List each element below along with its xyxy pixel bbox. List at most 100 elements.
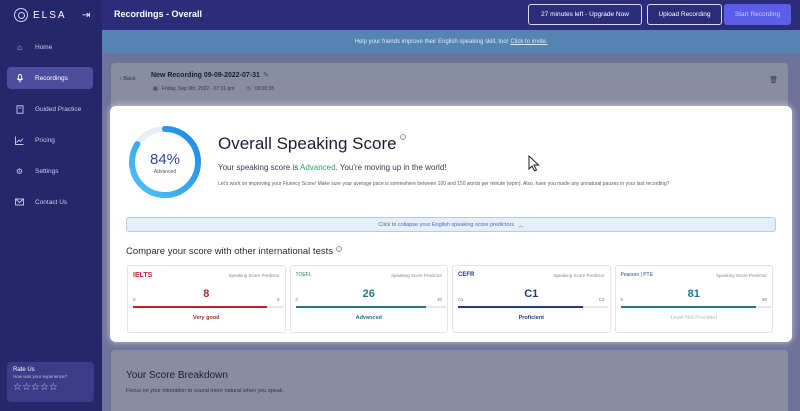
chevron-up-icon: ︿: [518, 222, 524, 229]
top-bar: Recordings - Overall 27 minutes left - U…: [102, 0, 800, 30]
score-track: [458, 306, 608, 308]
collapse-sidebar-icon[interactable]: ⇥: [82, 10, 90, 21]
book-icon: [15, 104, 24, 114]
test-level: Proficient: [518, 315, 544, 321]
overall-score-card: 84% Advanced Overall Speaking Score? You…: [110, 106, 792, 342]
test-card-cefr: CEFR Speaking Score Predictor C1 A1 C2 P…: [452, 265, 611, 333]
info-icon[interactable]: ?: [399, 134, 406, 140]
app-logo[interactable]: ELSA: [14, 8, 67, 22]
rate-us-panel: Rate Us How was your experience? ☆☆☆☆☆: [7, 362, 94, 402]
scale-min: A1: [458, 297, 464, 302]
test-predictors: IELTS Speaking Score Predictor 8 0 9 Ver…: [127, 265, 773, 333]
trash-icon[interactable]: 🗑: [769, 76, 778, 84]
score-fill: [295, 306, 426, 308]
gear-icon: ⚙: [15, 166, 24, 176]
start-recording-button[interactable]: Start Recording: [724, 4, 791, 25]
score-fill: [620, 306, 756, 308]
star-rating[interactable]: ☆☆☆☆☆: [13, 382, 88, 393]
toefl-logo: TOEFL: [295, 272, 312, 278]
collapse-predictors-button[interactable]: Click to collapse your English speaking …: [126, 217, 776, 232]
score-track: [620, 306, 771, 308]
score-summary-suffix: . You're moving up in the world!: [335, 163, 447, 172]
scale-min: 0: [295, 297, 299, 302]
test-score: 81: [687, 288, 700, 300]
app-name: ELSA: [33, 9, 67, 21]
sidebar-item-contact-us[interactable]: Contact Us: [7, 191, 93, 213]
score-summary: Your speaking score is Advanced. You're …: [218, 163, 447, 172]
edit-icon[interactable]: ✎: [263, 71, 269, 79]
sidebar-item-label: Pricing: [35, 136, 55, 144]
test-card-pte: Pearson | PTE Speaking Score Predictor 8…: [614, 265, 773, 333]
sidebar: ELSA ⇥ ⌂ Home Recordings Guided Practice…: [0, 0, 102, 411]
sidebar-item-label: Recordings: [35, 74, 68, 82]
sidebar-item-settings[interactable]: ⚙ Settings: [7, 160, 93, 182]
cefr-logo: CEFR: [458, 272, 475, 278]
scale-max: C2: [598, 297, 605, 302]
sidebar-item-guided-practice[interactable]: Guided Practice: [7, 98, 93, 120]
sidebar-item-pricing[interactable]: Pricing: [7, 129, 93, 151]
mic-icon: [15, 73, 24, 83]
score-summary-level: Advanced: [299, 163, 336, 172]
sidebar-item-label: Guided Practice: [35, 105, 82, 113]
compare-title: Compare your score with other internatio…: [126, 246, 342, 257]
sidebar-item-home[interactable]: ⌂ Home: [7, 36, 93, 58]
score-fill: [458, 306, 583, 308]
score-track: [295, 306, 446, 308]
fluency-advice: Let's work on improving your Fluency Sco…: [218, 181, 670, 187]
score-fill: [133, 306, 267, 308]
predictor-label: Speaking Score Predictor: [553, 273, 605, 278]
info-icon[interactable]: ?: [336, 246, 342, 252]
recording-date: Friday, Sep 9th, 2022 - 07:31 pm: [161, 86, 235, 92]
predictor-label: Speaking Score Predictor: [390, 273, 442, 278]
predictor-label: Speaking Score Predictor: [228, 273, 280, 278]
main-content: Help your friends improve their English …: [102, 30, 800, 411]
recording-title: New Recording 09-09-2022-07-31: [151, 72, 260, 79]
rate-us-title: Rate Us: [13, 367, 35, 373]
chart-icon: [15, 136, 24, 145]
test-level: Level Not Provided: [670, 315, 717, 321]
back-label: Back: [123, 76, 136, 82]
recording-meta: ▦ Friday, Sep 9th, 2022 - 07:31 pm ◷ 00:…: [153, 86, 274, 92]
back-button[interactable]: ‹ Back: [120, 76, 136, 82]
scale-max: 9: [276, 297, 280, 302]
test-score: 26: [362, 288, 375, 300]
invite-link[interactable]: Click to invite.: [510, 39, 547, 45]
banner-text: Help your friends improve their English …: [354, 38, 509, 45]
page-title: Recordings - Overall: [114, 9, 203, 19]
ielts-logo: IELTS: [133, 272, 153, 279]
sidebar-item-recordings[interactable]: Recordings: [7, 67, 93, 89]
collapse-label: Click to collapse your English speaking …: [378, 221, 515, 228]
scale-max: 30: [436, 297, 442, 302]
score-level: Advanced: [153, 169, 177, 175]
test-level: Very good: [192, 315, 220, 321]
mouse-cursor-icon: [528, 155, 540, 172]
calendar-icon: ▦: [153, 86, 158, 92]
breakdown-title: Your Score Breakdown: [126, 370, 228, 381]
mail-icon: [15, 198, 24, 207]
test-score: C1: [524, 288, 539, 300]
sidebar-nav: ⌂ Home Recordings Guided Practice Pricin…: [7, 36, 93, 222]
upgrade-button[interactable]: 27 minutes left - Upgrade Now: [528, 4, 642, 25]
upload-recording-button[interactable]: Upload Recording: [647, 4, 722, 25]
recording-duration: 00:00:35: [254, 86, 275, 92]
test-level: Advanced: [355, 315, 382, 321]
test-card-toefl: TOEFL Speaking Score Predictor 26 0 30 A…: [289, 265, 448, 333]
test-score: 8: [203, 288, 210, 300]
scale-min: 0: [133, 297, 136, 302]
score-breakdown-section: Your Score Breakdown Focus on your inton…: [111, 350, 788, 411]
clock-icon: ◷: [246, 86, 251, 92]
score-track: [133, 306, 283, 308]
score-summary-prefix: Your speaking score is: [218, 163, 300, 172]
pte-logo: Pearson | PTE: [620, 272, 653, 278]
sidebar-item-label: Settings: [35, 167, 59, 175]
sidebar-item-label: Home: [35, 43, 53, 51]
scale-max: 90: [761, 297, 767, 302]
invite-banner: Help your friends improve their English …: [102, 30, 800, 53]
home-icon: ⌂: [17, 42, 22, 52]
predictor-label: Speaking Score Predictor: [715, 273, 767, 278]
sidebar-item-label: Contact Us: [35, 198, 68, 206]
score-percent: 84%: [149, 151, 181, 168]
test-card-ielts: IELTS Speaking Score Predictor 8 0 9 Ver…: [127, 265, 286, 333]
rate-us-subtitle: How was your experience?: [13, 374, 68, 379]
scale-min: 0: [620, 297, 624, 302]
